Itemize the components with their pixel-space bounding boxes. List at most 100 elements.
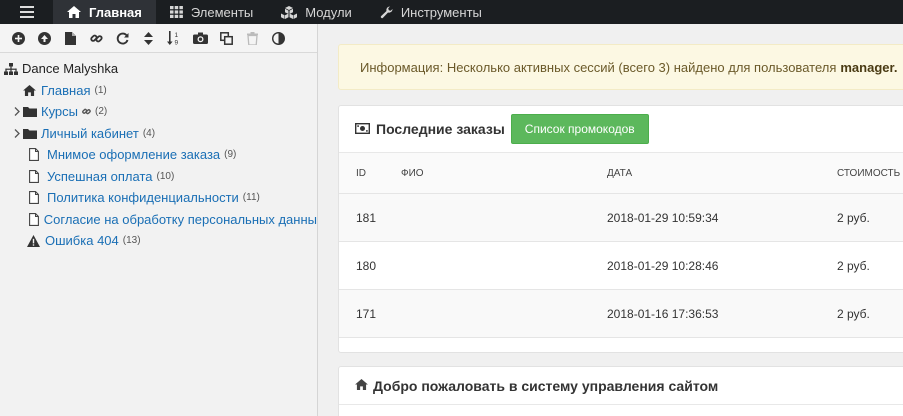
table-row[interactable]: 171 2018-01-16 17:36:53 2 руб. bbox=[339, 290, 903, 338]
menu-toggle-button[interactable] bbox=[0, 0, 53, 24]
refresh-icon bbox=[116, 32, 129, 45]
column-header-cost[interactable]: СТОИМОСТЬ bbox=[837, 168, 900, 179]
file-icon bbox=[29, 191, 43, 205]
widget-header: Добро пожаловать в систему управления са… bbox=[339, 367, 903, 405]
cell-id: 181 bbox=[356, 210, 377, 225]
tree-item-label[interactable]: Мнимое оформление заказа bbox=[47, 147, 220, 162]
promo-codes-button[interactable]: Список промокодов bbox=[510, 114, 649, 144]
tree-item-label[interactable]: Ошибка 404 bbox=[45, 233, 119, 248]
warning-icon bbox=[27, 234, 41, 247]
new-weblink-button[interactable] bbox=[83, 27, 109, 49]
file-icon bbox=[29, 148, 43, 162]
alert-text: Информация: Несколько активных сессий (в… bbox=[360, 59, 837, 75]
tab-tools-label: Инструменты bbox=[400, 4, 482, 20]
table-row[interactable]: 181 2018-01-29 10:59:34 2 руб. bbox=[339, 194, 903, 242]
column-header-date[interactable]: ДАТА bbox=[607, 168, 632, 179]
chevron-right-icon[interactable] bbox=[10, 107, 23, 117]
tree-root-label: Dance Malyshka bbox=[22, 61, 119, 77]
tree-item-label[interactable]: Политика конфиденциальности bbox=[47, 190, 239, 205]
tree-item-id: (10) bbox=[156, 170, 175, 182]
widget-title: Добро пожаловать в систему управления са… bbox=[373, 377, 719, 394]
table-row[interactable]: 180 2018-01-29 10:28:46 2 руб. bbox=[339, 242, 903, 290]
contrast-icon bbox=[271, 31, 285, 45]
tab-home[interactable]: Главная bbox=[53, 0, 156, 24]
cubes-icon bbox=[281, 5, 298, 19]
delete-button[interactable] bbox=[239, 27, 265, 49]
tree-item[interactable]: Ошибка 404 (13) bbox=[0, 230, 317, 252]
tree-item-label[interactable]: Личный кабинет bbox=[41, 126, 139, 141]
tree-item[interactable]: Согласие на обработку персональных данны bbox=[0, 209, 317, 231]
file-icon bbox=[29, 212, 40, 226]
link-icon bbox=[82, 107, 91, 116]
camera-icon bbox=[192, 32, 208, 44]
file-icon bbox=[29, 169, 43, 183]
cell-id: 180 bbox=[356, 258, 377, 273]
copy-icon bbox=[219, 31, 233, 45]
refresh-button[interactable] bbox=[109, 27, 135, 49]
file-icon bbox=[64, 31, 76, 45]
chevron-right-icon[interactable] bbox=[10, 128, 23, 138]
snapshot-button[interactable] bbox=[187, 27, 213, 49]
svg-text:1: 1 bbox=[175, 32, 179, 39]
tree-item-label[interactable]: Курсы bbox=[41, 104, 78, 119]
folder-icon bbox=[23, 128, 37, 139]
tree-item-label[interactable]: Согласие на обработку персональных данны bbox=[44, 212, 317, 227]
tab-elements-label: Элементы bbox=[190, 4, 254, 20]
cell-id: 171 bbox=[356, 306, 377, 321]
tree-item-id: (1) bbox=[94, 84, 107, 96]
sort-numeric-button[interactable]: 19 bbox=[161, 27, 187, 49]
cell-date: 2018-01-16 17:36:53 bbox=[607, 306, 719, 321]
home-icon bbox=[67, 6, 81, 18]
tree-item-label[interactable]: Главная bbox=[41, 83, 90, 98]
alert-username: manager. bbox=[840, 59, 898, 75]
top-navbar: Главная Элементы Модули Инструменты bbox=[0, 0, 903, 24]
tree-item-id: (4) bbox=[142, 127, 156, 139]
tree-item-label[interactable]: Успешная оплата bbox=[47, 169, 153, 184]
tab-elements[interactable]: Элементы bbox=[156, 0, 267, 24]
site-tree-panel: 19 Dance Malyshka Главная (1) Курсы (2) … bbox=[0, 24, 318, 416]
tree-item[interactable]: Личный кабинет (4) bbox=[0, 123, 317, 145]
tree-item[interactable]: Курсы (2) bbox=[0, 101, 317, 123]
tree-item-id: (9) bbox=[224, 149, 237, 161]
new-resource-button[interactable] bbox=[5, 27, 31, 49]
hamburger-icon bbox=[19, 6, 34, 18]
up-button[interactable] bbox=[31, 27, 57, 49]
new-document-button[interactable] bbox=[57, 27, 83, 49]
folder-icon bbox=[23, 106, 37, 118]
duplicate-button[interactable] bbox=[213, 27, 239, 49]
home-icon bbox=[355, 378, 368, 393]
contrast-toggle-button[interactable] bbox=[265, 27, 291, 49]
tab-tools[interactable]: Инструменты bbox=[366, 0, 496, 24]
cell-date: 2018-01-29 10:28:46 bbox=[607, 258, 719, 273]
tree-item[interactable]: Политика конфиденциальности (11) bbox=[0, 187, 317, 209]
column-header-fio[interactable]: ФИО bbox=[401, 168, 424, 179]
dashboard: Информация: Несколько активных сессий (в… bbox=[319, 24, 903, 416]
table-body: 181 2018-01-29 10:59:34 2 руб. 180 2018-… bbox=[339, 194, 903, 338]
sort-button[interactable] bbox=[135, 27, 161, 49]
table-header: ID ФИО ДАТА СТОИМОСТЬ bbox=[339, 153, 903, 194]
sort-icon bbox=[143, 31, 153, 45]
grid-icon bbox=[169, 6, 183, 18]
tree-item[interactable]: Успешная оплата (10) bbox=[0, 166, 317, 188]
sort-numeric-icon: 19 bbox=[167, 31, 181, 45]
tree-item-id: (2) bbox=[95, 106, 108, 118]
column-header-id[interactable]: ID bbox=[356, 168, 366, 179]
cell-cost: 2 руб. bbox=[837, 258, 870, 273]
wrench-icon bbox=[380, 5, 393, 19]
tree-item-id: (11) bbox=[242, 192, 260, 204]
svg-text:9: 9 bbox=[175, 40, 179, 46]
trash-icon bbox=[246, 31, 258, 45]
tab-modules[interactable]: Модули bbox=[267, 0, 366, 24]
cell-date: 2018-01-29 10:59:34 bbox=[607, 210, 719, 225]
tree-item[interactable]: Главная (1) bbox=[0, 80, 317, 102]
arrow-up-circle-icon bbox=[37, 31, 51, 45]
tree-item[interactable]: Мнимое оформление заказа (9) bbox=[0, 144, 317, 166]
resource-tree: Dance Malyshka Главная (1) Курсы (2) Лич… bbox=[0, 53, 317, 252]
recent-orders-widget: Последние заказы Список промокодов ID ФИ… bbox=[338, 105, 903, 353]
home-icon bbox=[23, 84, 37, 96]
sessions-alert: Информация: Несколько активных сессий (в… bbox=[338, 44, 903, 90]
link-icon bbox=[89, 32, 103, 45]
plus-circle-icon bbox=[11, 31, 25, 45]
tree-root[interactable]: Dance Malyshka bbox=[0, 58, 317, 80]
cell-cost: 2 руб. bbox=[837, 306, 870, 321]
